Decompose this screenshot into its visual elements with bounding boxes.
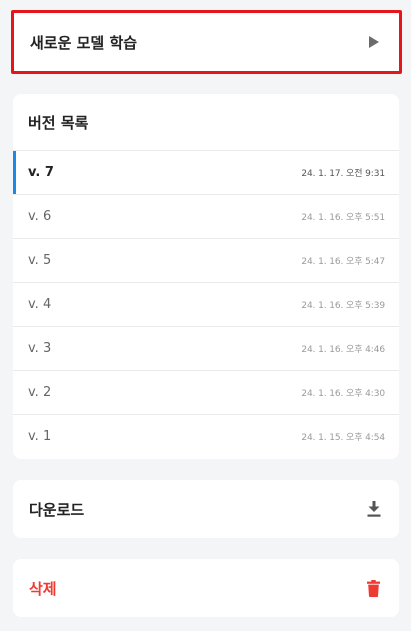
version-row-2[interactable]: v. 2 24. 1. 16. 오후 4:30 bbox=[13, 370, 399, 414]
version-name: v. 2 bbox=[28, 385, 52, 400]
version-date: 24. 1. 17. 오전 9:31 bbox=[301, 169, 385, 179]
version-name: v. 1 bbox=[28, 429, 52, 444]
delete-label: 삭제 bbox=[29, 579, 57, 598]
version-name: v. 6 bbox=[28, 209, 52, 224]
version-date: 24. 1. 16. 오후 5:51 bbox=[301, 213, 385, 223]
version-date: 24. 1. 15. 오후 4:54 bbox=[301, 433, 385, 443]
download-icon bbox=[367, 501, 381, 517]
version-row-3[interactable]: v. 3 24. 1. 16. 오후 4:46 bbox=[13, 326, 399, 370]
version-list-title: 버전 목록 bbox=[28, 113, 89, 132]
download-button[interactable]: 다운로드 bbox=[13, 480, 399, 538]
train-new-model-label: 새로운 모델 학습 bbox=[30, 33, 138, 52]
train-new-model-button[interactable]: 새로운 모델 학습 bbox=[11, 10, 402, 74]
version-row-7[interactable]: v. 7 24. 1. 17. 오전 9:31 bbox=[13, 150, 399, 194]
play-icon bbox=[369, 36, 379, 48]
version-name: v. 5 bbox=[28, 253, 52, 268]
version-row-6[interactable]: v. 6 24. 1. 16. 오후 5:51 bbox=[13, 194, 399, 238]
version-list-card: 버전 목록 v. 7 24. 1. 17. 오전 9:31 v. 6 24. 1… bbox=[13, 94, 399, 459]
version-date: 24. 1. 16. 오후 5:39 bbox=[301, 301, 385, 311]
version-name: v. 7 bbox=[28, 165, 54, 180]
version-date: 24. 1. 16. 오후 5:47 bbox=[301, 257, 385, 267]
version-row-5[interactable]: v. 5 24. 1. 16. 오후 5:47 bbox=[13, 238, 399, 282]
delete-button[interactable]: 삭제 bbox=[13, 559, 399, 617]
trash-icon bbox=[367, 579, 380, 597]
download-label: 다운로드 bbox=[29, 500, 85, 519]
version-date: 24. 1. 16. 오후 4:30 bbox=[301, 389, 385, 399]
version-row-4[interactable]: v. 4 24. 1. 16. 오후 5:39 bbox=[13, 282, 399, 326]
version-row-1[interactable]: v. 1 24. 1. 15. 오후 4:54 bbox=[13, 414, 399, 458]
version-date: 24. 1. 16. 오후 4:46 bbox=[301, 345, 385, 355]
version-name: v. 3 bbox=[28, 341, 52, 356]
version-name: v. 4 bbox=[28, 297, 52, 312]
